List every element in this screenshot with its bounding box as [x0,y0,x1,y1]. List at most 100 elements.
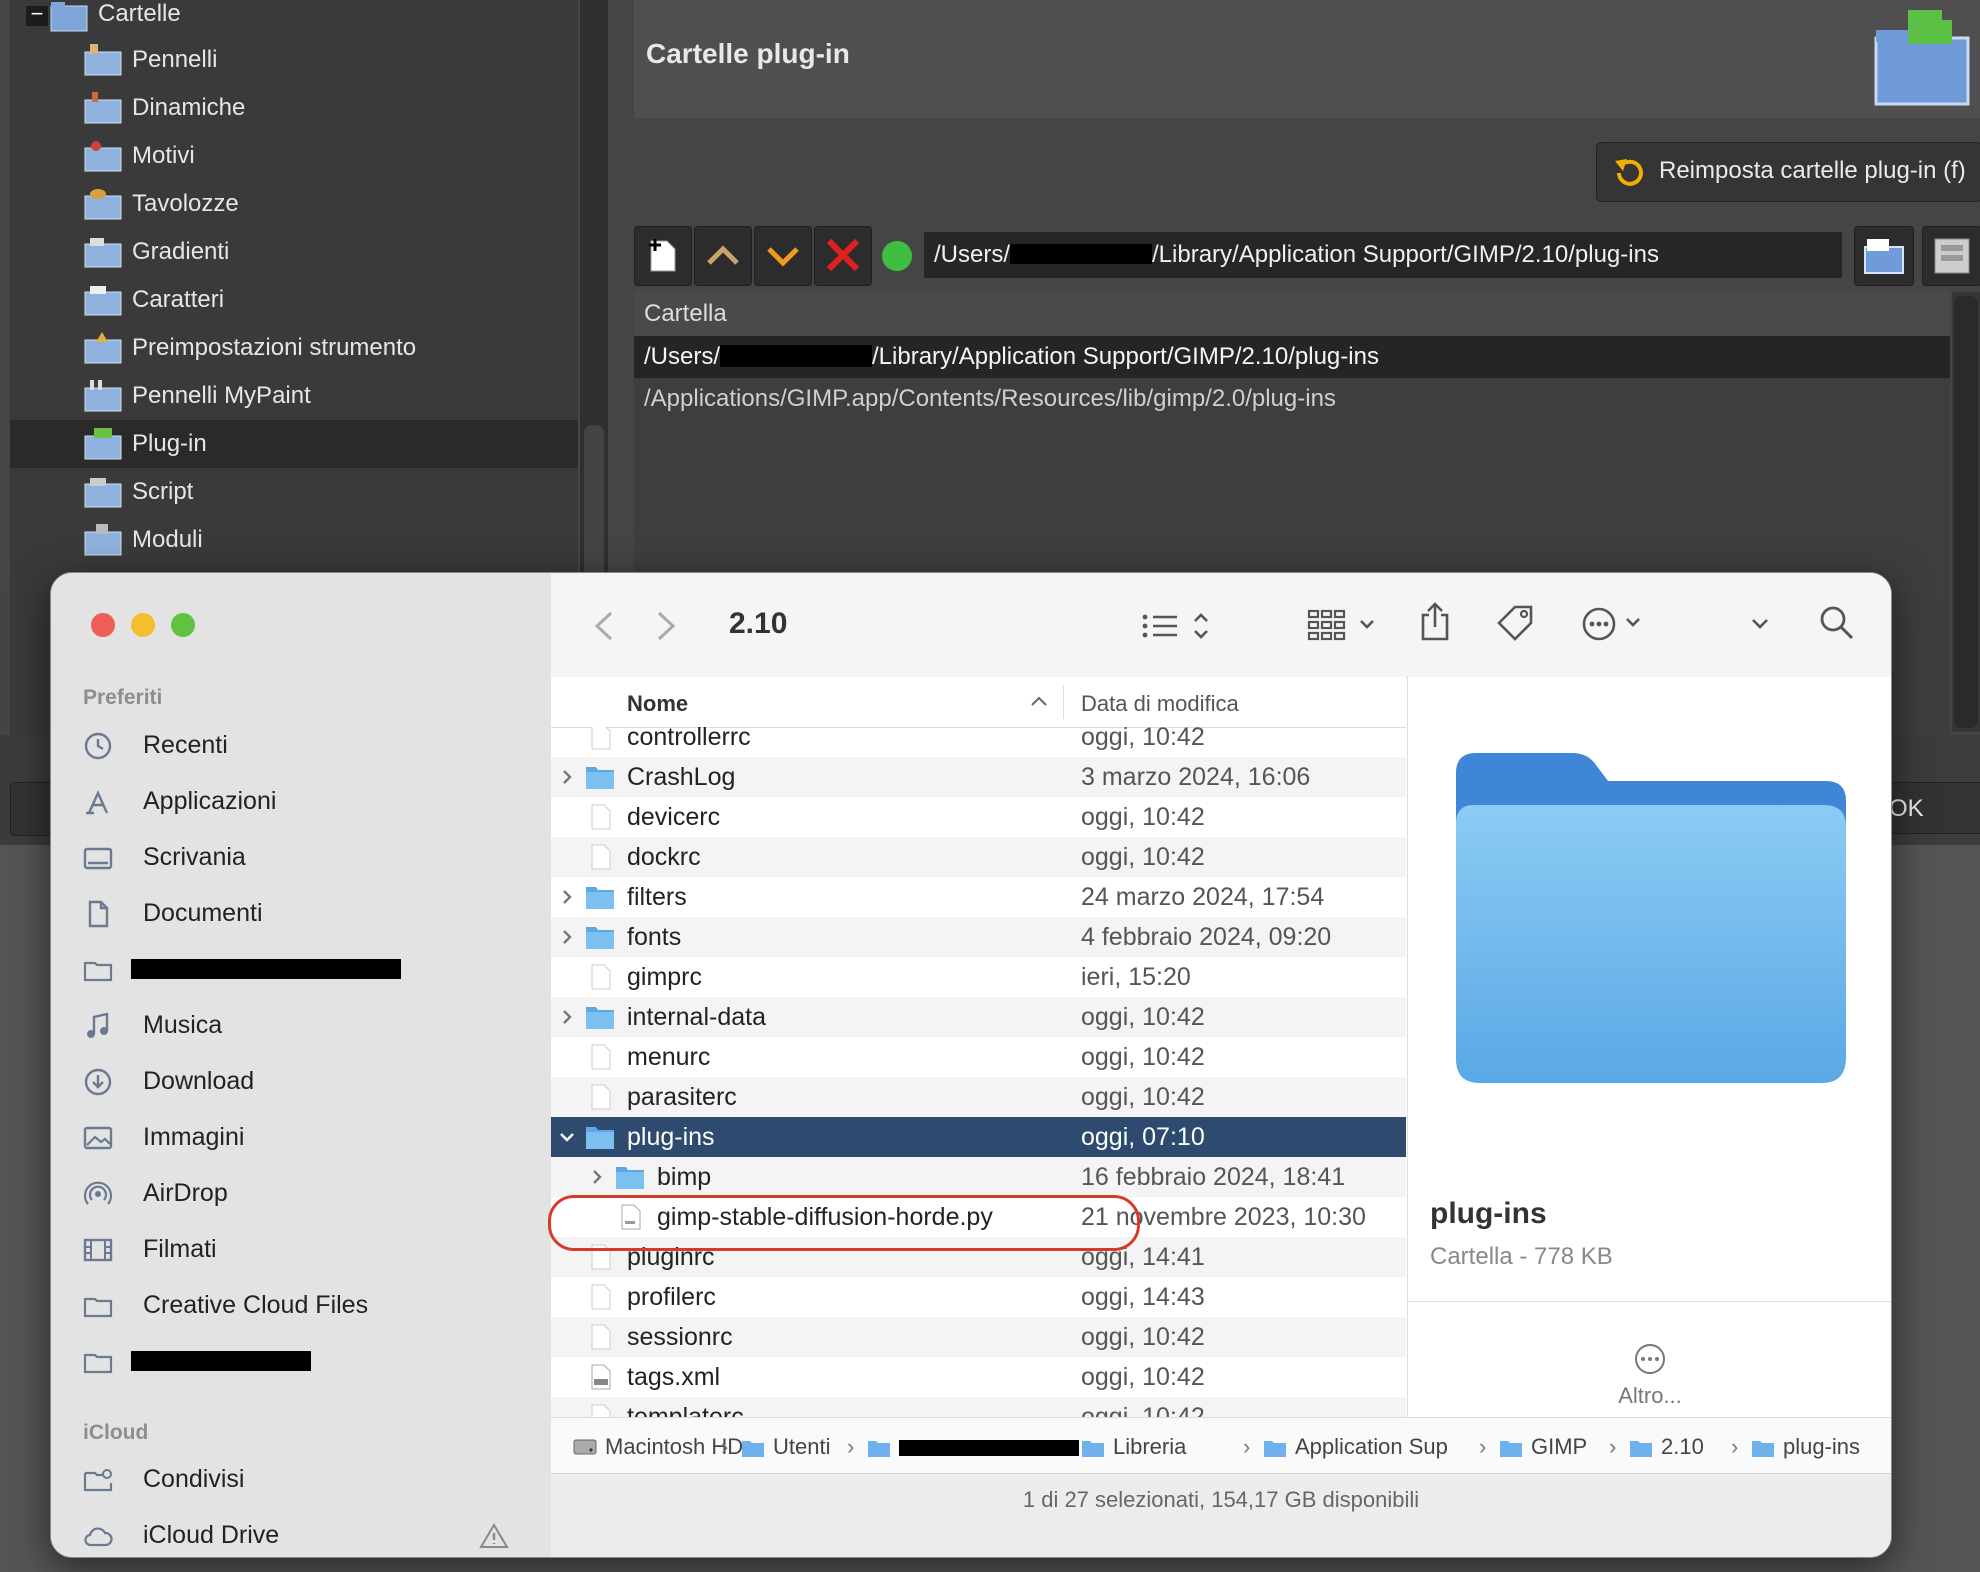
preview-more-button[interactable]: Altro... [1408,1383,1891,1409]
sidebar-item-recenti[interactable]: Recenti [83,723,533,767]
tree-item-moduli[interactable]: Moduli [10,516,578,564]
sidebar-item-label: Download [143,1067,255,1095]
tree-item-motivi[interactable]: Motivi [10,132,578,180]
disclosure-closed-icon[interactable] [557,1007,577,1027]
delete-folder-button[interactable] [814,226,872,286]
file-row[interactable]: plug-ins oggi, 07:10 [551,1117,1406,1157]
sort-ascending-icon[interactable] [1029,693,1049,709]
sidebar-item-documenti[interactable]: Documenti [83,891,533,935]
tree-item-tavolozze[interactable]: Tavolozze [10,180,578,228]
file-date: oggi, 10:42 [1081,1323,1205,1351]
browse-folder-button[interactable] [1854,226,1914,286]
more-icon[interactable] [1632,1341,1668,1377]
tree-item-pennelli[interactable]: Pennelli [10,36,578,84]
new-folder-button[interactable] [634,226,692,286]
folders-column-header[interactable]: Cartella [634,292,1950,336]
column-header-name[interactable]: Nome [627,691,688,717]
disclosure-closed-icon[interactable] [557,887,577,907]
file-row[interactable]: CrashLog 3 marzo 2024, 16:06 [551,757,1406,797]
sidebar-item-musica[interactable]: Musica [83,1003,533,1047]
save-folder-button[interactable] [1922,226,1980,286]
collapse-icon[interactable]: − [26,3,48,26]
sidebar-item-redacted-folder-1[interactable] [83,947,533,991]
folder-row-system[interactable]: /Applications/GIMP.app/Contents/Resource… [634,378,1950,420]
crumb-application-support[interactable]: Application Sup [1263,1434,1448,1460]
crumb-2-10[interactable]: 2.10 [1629,1434,1704,1460]
file-row[interactable]: bimp 16 febbraio 2024, 18:41 [551,1157,1406,1197]
minimize-window-button[interactable] [131,613,155,637]
close-icon [826,238,860,272]
group-icon[interactable] [1307,607,1379,643]
folder-path-prefix: /Users/ [644,343,721,370]
tree-item-caratteri[interactable]: Caratteri [10,276,578,324]
tree-item-cartelle[interactable]: − Cartelle [10,0,578,36]
sidebar-item-icloud-drive[interactable]: iCloud Drive [83,1513,533,1557]
sidebar-item-redacted-folder-2[interactable] [83,1339,533,1383]
file-row[interactable]: dockrc oggi, 10:42 [551,837,1406,877]
sidebar-item-applicazioni[interactable]: Applicazioni [83,779,533,823]
crumb-libreria[interactable]: Libreria [1081,1434,1186,1460]
disclosure-closed-icon[interactable] [557,927,577,947]
file-row[interactable]: tags.xml oggi, 10:42 [551,1357,1406,1397]
finder-sidebar: Preferiti Recenti Applicazioni Scrivania… [51,573,551,1557]
tree-item-script[interactable]: Script [10,468,578,516]
back-chevron-icon[interactable] [591,609,619,643]
file-row[interactable]: parasiterc oggi, 10:42 [551,1077,1406,1117]
folder-icon [1630,1441,1652,1457]
disclosure-open-icon[interactable] [557,1127,577,1147]
folder-path-input[interactable]: /Users/ /Library/Application Support/GIMP… [924,232,1842,278]
share-icon[interactable] [1419,601,1451,643]
folder-row-user[interactable]: /Users/ /Library/Application Support/GIMP… [634,336,1950,378]
crumb-macintosh-hd[interactable]: Macintosh HD [573,1434,743,1460]
applications-icon [86,790,109,815]
list-view-icon[interactable] [1141,609,1211,643]
close-window-button[interactable] [91,613,115,637]
sidebar-item-creative-cloud-files[interactable]: Creative Cloud Files [83,1283,533,1327]
move-up-button[interactable] [694,226,752,286]
tag-icon[interactable] [1495,603,1537,645]
reset-plugin-folders-button[interactable]: Reimposta cartelle plug-in (f) [1596,142,1980,202]
sidebar-item-filmati[interactable]: Filmati [83,1227,533,1271]
disclosure-closed-icon[interactable] [587,1167,607,1187]
file-row[interactable]: devicerc oggi, 10:42 [551,797,1406,837]
tree-item-label: Pennelli [132,46,218,73]
move-down-button[interactable] [754,226,812,286]
crumb-gimp[interactable]: GIMP [1499,1434,1587,1460]
tree-item-gradienti[interactable]: Gradienti [10,228,578,276]
tree-item-dinamiche[interactable]: Dinamiche [10,84,578,132]
sidebar-item-immagini[interactable]: Immagini [83,1115,533,1159]
palettes-folder-icon [84,189,122,220]
column-header-date[interactable]: Data di modifica [1081,691,1239,717]
tree-item-plug-in[interactable]: Plug-in [10,420,578,468]
file-row[interactable]: filters 24 marzo 2024, 17:54 [551,877,1406,917]
zoom-window-button[interactable] [171,613,195,637]
file-row[interactable]: menurc oggi, 10:42 [551,1037,1406,1077]
file-row[interactable]: profilerc oggi, 14:43 [551,1277,1406,1317]
search-icon[interactable] [1817,603,1857,643]
file-row[interactable]: fonts 4 febbraio 2024, 09:20 [551,917,1406,957]
disclosure-closed-icon[interactable] [557,767,577,787]
sidebar-item-scrivania[interactable]: Scrivania [83,835,533,879]
tree-item-pennelli-mypaint[interactable]: Pennelli MyPaint [10,372,578,420]
more-actions-icon[interactable] [1581,605,1653,643]
sidebar-item-condivisi[interactable]: Condivisi [83,1457,533,1501]
file-row[interactable]: internal-data oggi, 10:42 [551,997,1406,1037]
crumb-user-home[interactable] [867,1434,1079,1460]
file-name: controllerrc [627,727,751,751]
tree-item-preimpostazioni-strumento[interactable]: Preimpostazioni strumento [10,324,578,372]
file-row[interactable]: gimprc ieri, 15:20 [551,957,1406,997]
warning-icon[interactable] [479,1521,509,1551]
crumb-utenti[interactable]: Utenti [741,1434,830,1460]
folder-icon [1752,1441,1774,1457]
file-row[interactable]: controllerrc oggi, 10:42 [551,727,1406,757]
column-divider[interactable] [1063,685,1064,719]
file-row[interactable]: templaterc oggi, 10:42 [551,1397,1406,1417]
scripts-folder-icon [84,478,122,508]
sidebar-item-airdrop[interactable]: AirDrop [83,1171,533,1215]
sidebar-item-download[interactable]: Download [83,1059,533,1103]
file-row[interactable]: sessionrc oggi, 10:42 [551,1317,1406,1357]
folders-scroll-thumb[interactable] [1954,296,1978,728]
forward-chevron-icon[interactable] [651,609,679,643]
chevron-down-icon[interactable] [1749,613,1771,635]
crumb-plug-ins[interactable]: plug-ins [1751,1434,1860,1460]
